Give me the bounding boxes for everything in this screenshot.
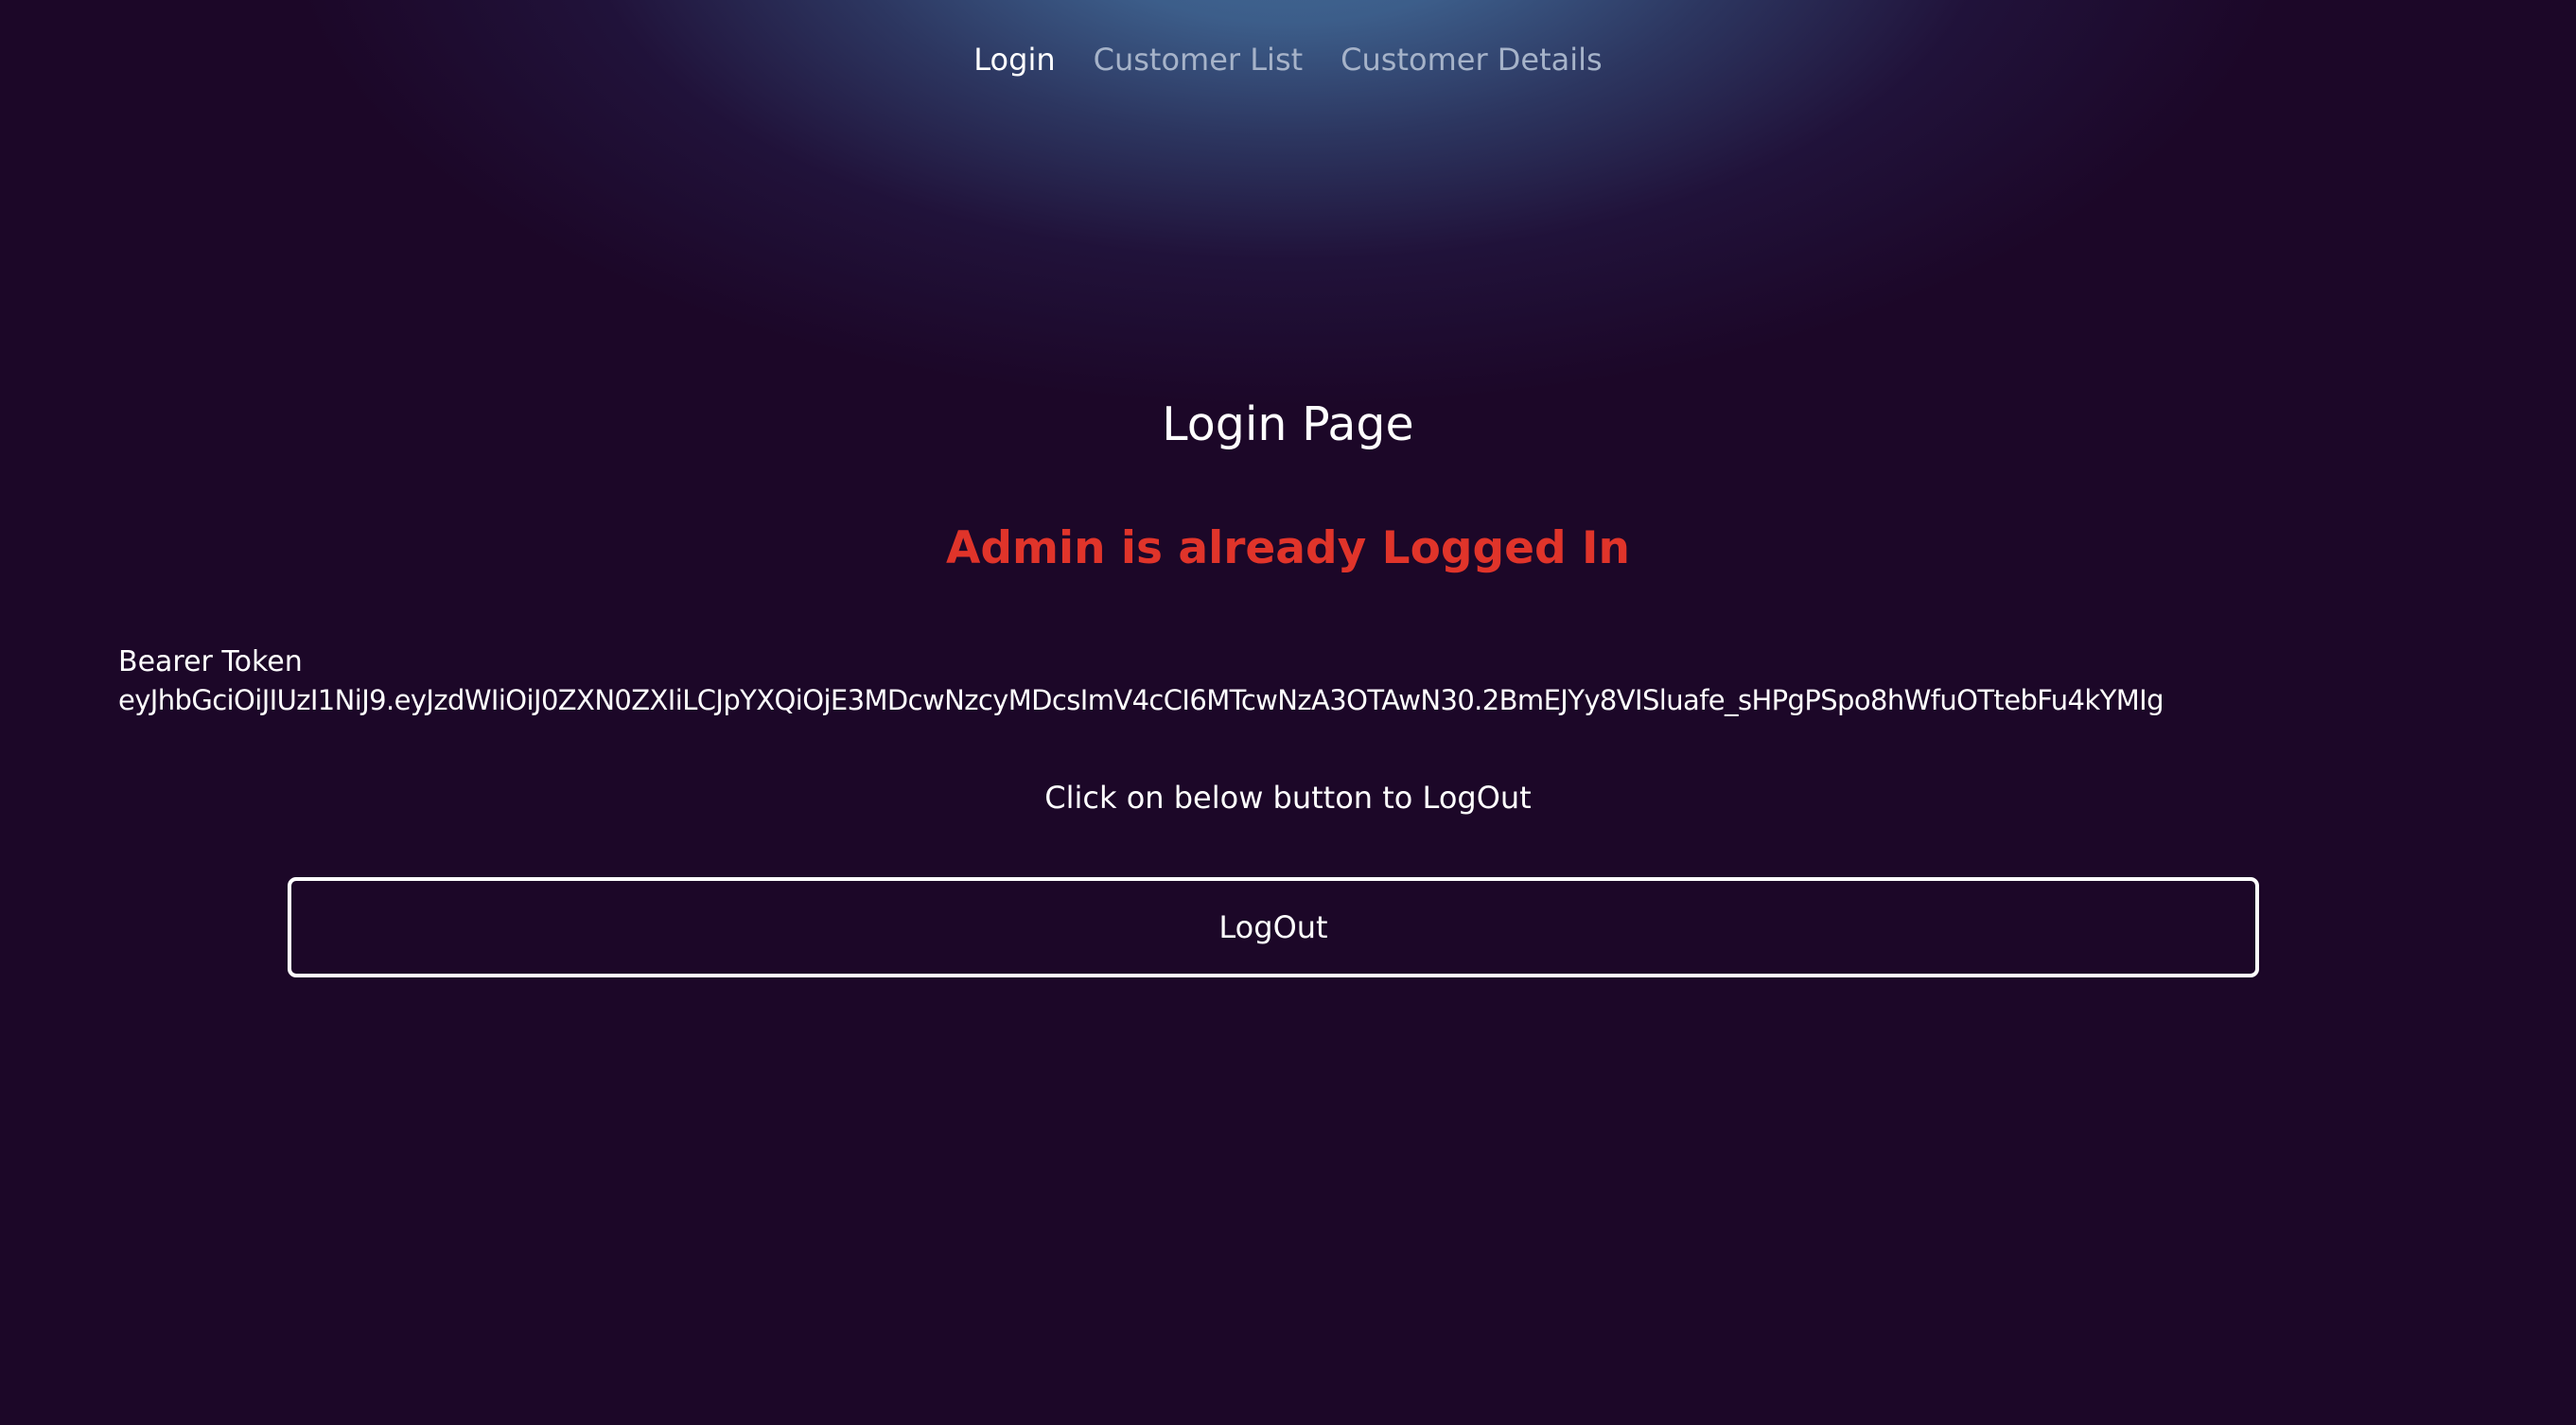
top-nav: Login Customer List Customer Details	[0, 36, 2576, 83]
logout-instruction: Click on below button to LogOut	[1044, 780, 1532, 816]
header-glow	[0, 0, 2576, 568]
logout-button[interactable]: LogOut	[288, 877, 2259, 977]
nav-link-login[interactable]: Login	[973, 36, 1055, 83]
nav-link-customer-list[interactable]: Customer List	[1094, 36, 1304, 83]
bearer-token-label: Bearer Token	[118, 645, 303, 678]
page-title: Login Page	[1162, 397, 1414, 451]
bearer-token-value: eyJhbGciOiJIUzI1NiJ9.eyJzdWIiOiJ0ZXN0ZXI…	[118, 684, 2164, 716]
app-root: Login Customer List Customer Details Log…	[0, 0, 2576, 1425]
login-status-message: Admin is already Logged In	[946, 522, 1630, 574]
bearer-token-block: Bearer Token eyJhbGciOiJIUzI1NiJ9.eyJzdW…	[118, 643, 2464, 719]
nav-link-customer-details[interactable]: Customer Details	[1341, 36, 1603, 83]
